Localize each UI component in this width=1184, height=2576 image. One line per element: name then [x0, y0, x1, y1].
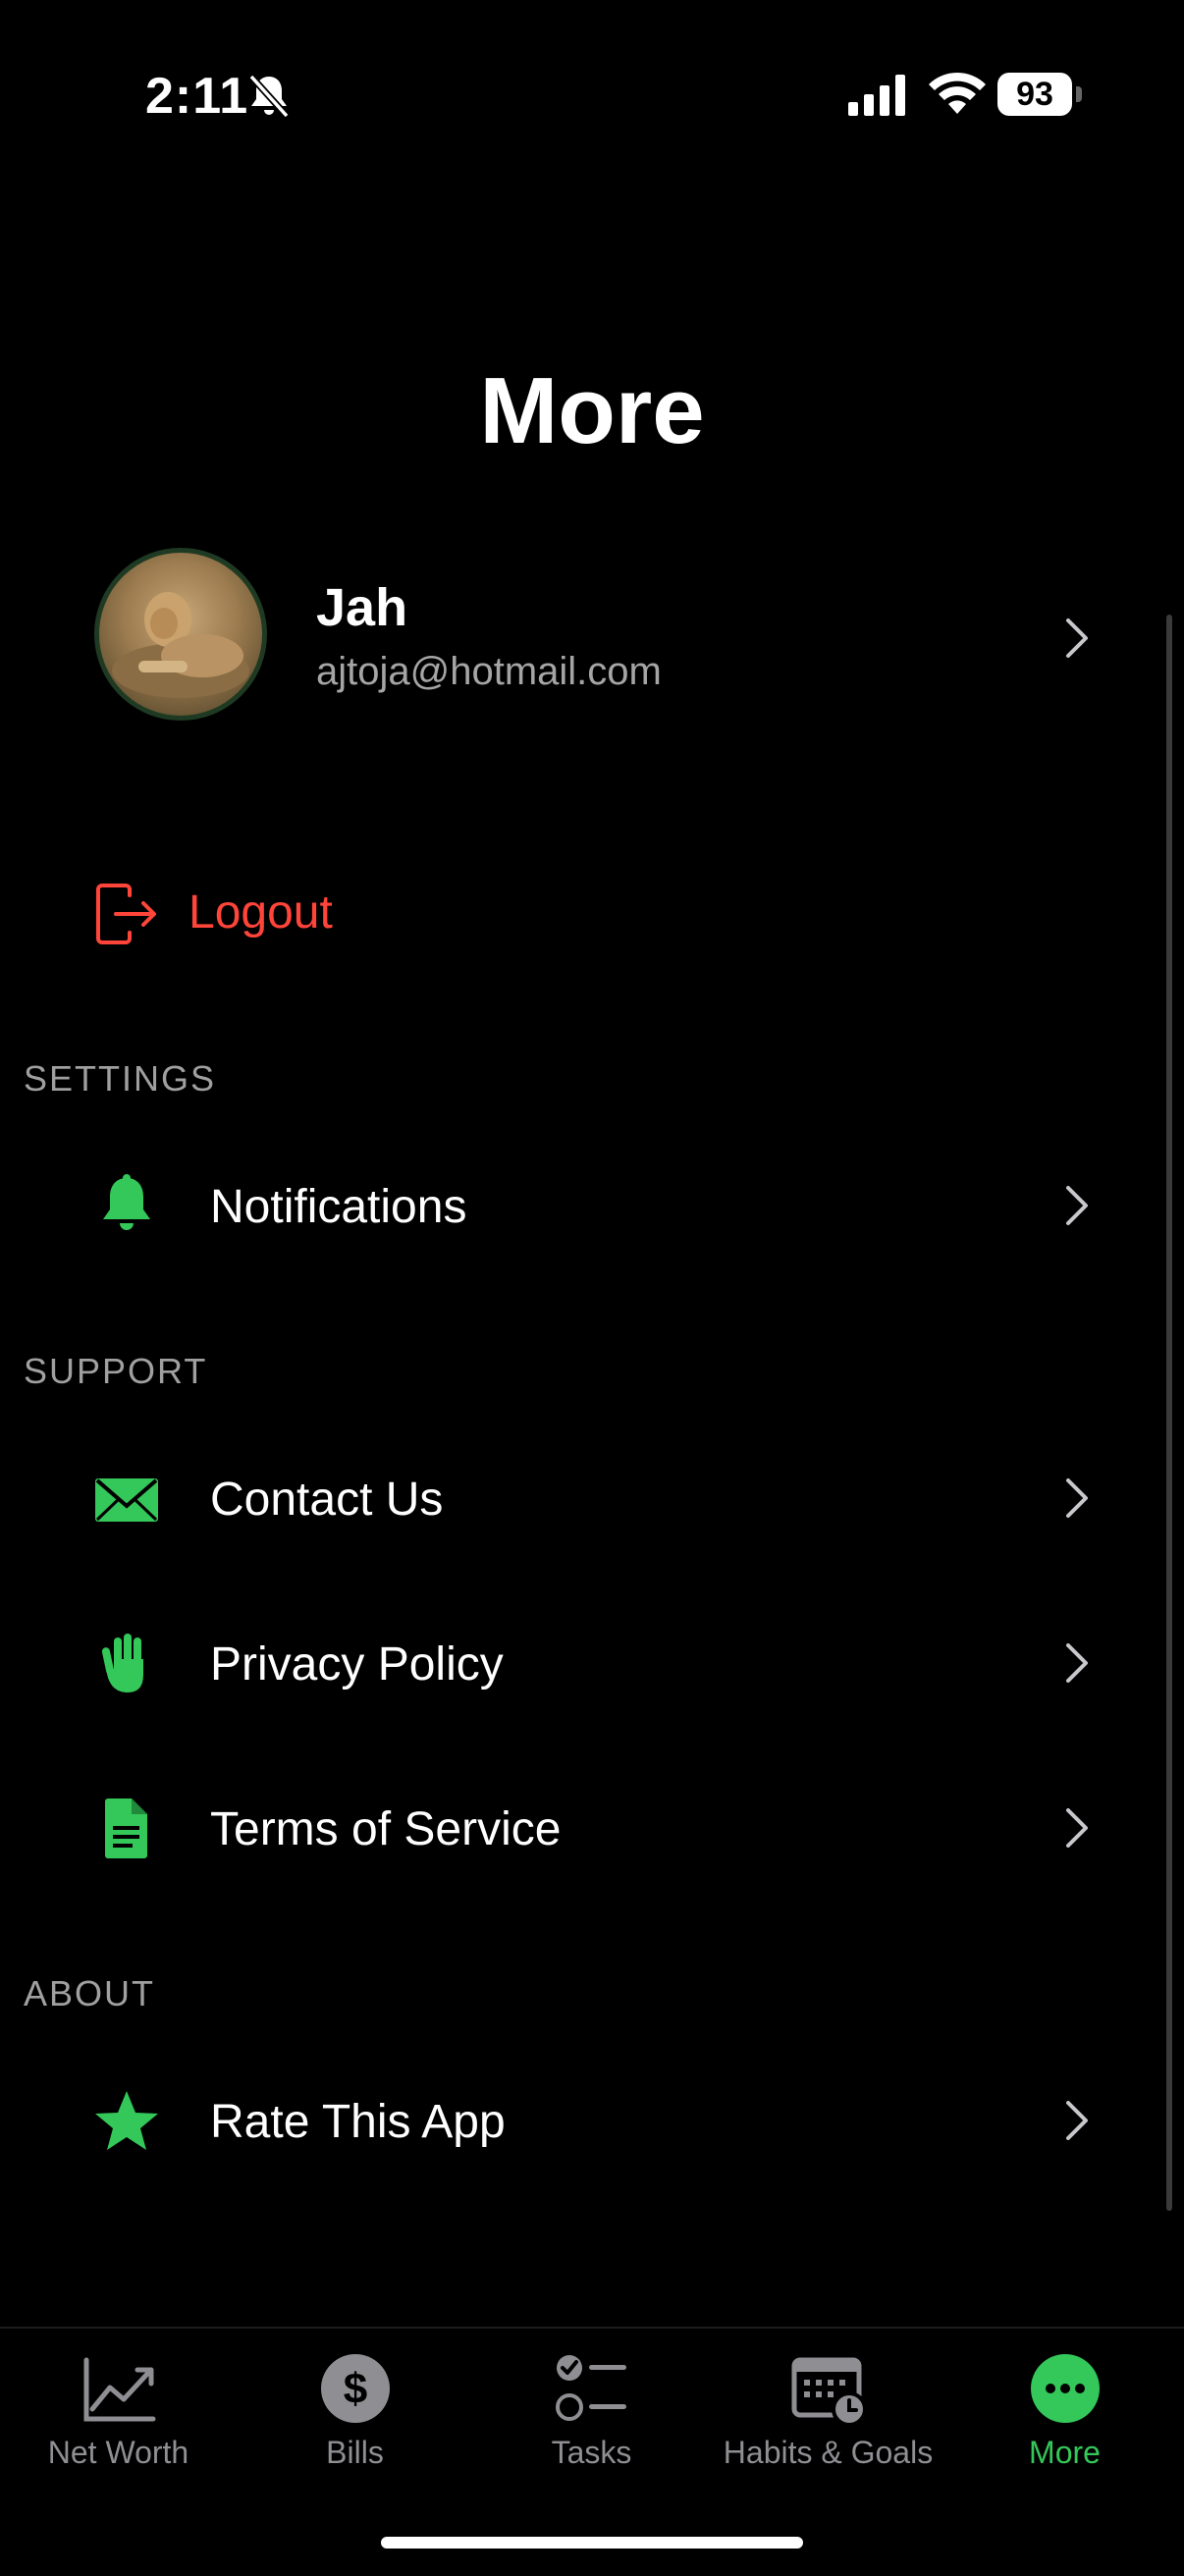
bell-off-icon — [248, 74, 290, 119]
tab-label: Bills — [326, 2435, 384, 2470]
signal-icon — [848, 75, 905, 116]
status-time: 2:11 — [145, 68, 249, 125]
tab-bills[interactable]: $ Bills — [237, 2329, 473, 2525]
row-label-terms-of-service: Terms of Service — [210, 1803, 562, 1855]
avatar — [94, 548, 267, 721]
row-label-contact-us: Contact Us — [210, 1474, 444, 1526]
tab-more[interactable]: More — [946, 2329, 1183, 2525]
profile-row[interactable]: Jah ajtoja@hotmail.com — [94, 548, 1096, 724]
wifi-icon — [929, 72, 986, 114]
checklist-icon — [555, 2355, 626, 2421]
more-dots-icon — [1030, 2354, 1100, 2423]
profile-email: ajtoja@hotmail.com — [316, 650, 662, 693]
row-contact-us[interactable]: Contact Us — [0, 1439, 1184, 1557]
home-indicator[interactable] — [381, 2537, 803, 2549]
bell-icon — [103, 1174, 150, 1230]
row-terms-of-service[interactable]: Terms of Service — [0, 1769, 1184, 1887]
battery-tip — [1076, 86, 1082, 102]
row-label-rate-this-app: Rate This App — [210, 2096, 506, 2148]
section-header-settings: SETTINGS — [24, 1058, 217, 1099]
star-icon — [95, 2091, 158, 2150]
tab-label: More — [1029, 2435, 1101, 2470]
calendar-clock-icon — [791, 2357, 867, 2427]
chevron-right-icon — [1066, 1808, 1088, 1848]
hand-icon — [101, 1634, 143, 1692]
document-icon — [105, 1798, 147, 1858]
battery-indicator: 93 — [997, 73, 1082, 118]
section-header-support: SUPPORT — [24, 1351, 208, 1391]
logout-icon — [96, 884, 156, 944]
envelope-icon — [95, 1478, 158, 1522]
tab-label: Net Worth — [47, 2435, 189, 2470]
row-privacy-policy[interactable]: Privacy Policy — [0, 1604, 1184, 1722]
avatar-image — [112, 592, 249, 698]
tab-label: Tasks — [551, 2435, 632, 2470]
tab-label: Habits & Goals — [723, 2435, 934, 2470]
profile-name: Jah — [316, 578, 408, 637]
svg-text:$: $ — [343, 2365, 366, 2413]
chevron-right-icon — [1066, 618, 1088, 658]
page-title: More — [479, 358, 705, 463]
scrollbar[interactable] — [1166, 615, 1172, 2211]
chevron-right-icon — [1066, 1643, 1088, 1683]
row-label-notifications: Notifications — [210, 1181, 467, 1233]
tab-tasks[interactable]: Tasks — [473, 2329, 710, 2525]
row-label-privacy-policy: Privacy Policy — [210, 1638, 504, 1690]
tab-net-worth[interactable]: Net Worth — [0, 2329, 237, 2525]
row-notifications[interactable]: Notifications — [0, 1147, 1184, 1264]
battery-level: 93 — [997, 73, 1072, 116]
section-header-about: ABOUT — [24, 1973, 156, 2013]
logout-button[interactable]: Logout — [94, 880, 487, 948]
chevron-right-icon — [1066, 1186, 1088, 1225]
tab-habits-goals[interactable]: Habits & Goals — [710, 2329, 946, 2525]
row-rate-this-app[interactable]: Rate This App — [0, 2062, 1184, 2179]
dollar-circle-icon: $ — [320, 2354, 390, 2423]
chart-line-icon — [83, 2357, 155, 2422]
chevron-right-icon — [1066, 1478, 1088, 1518]
logout-label: Logout — [188, 886, 333, 939]
chevron-right-icon — [1066, 2101, 1088, 2140]
status-bar: 2:11 93 — [0, 0, 1184, 196]
